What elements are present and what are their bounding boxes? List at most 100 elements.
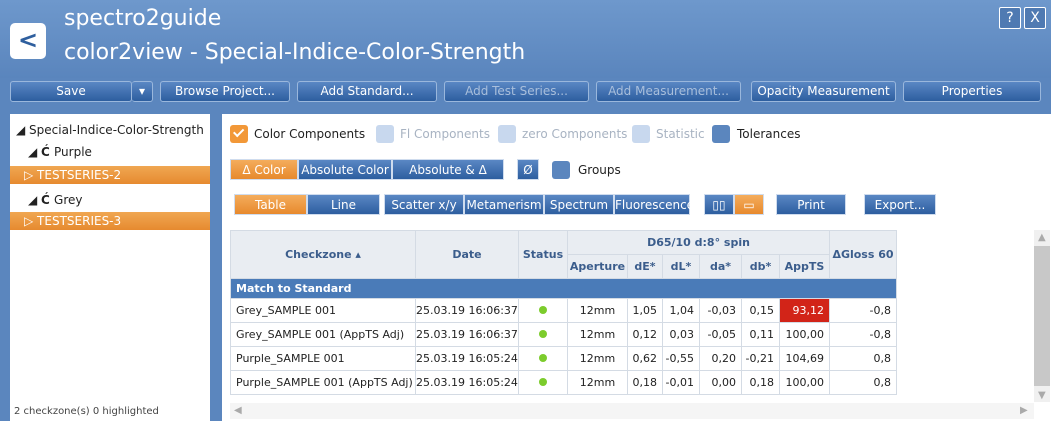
cell-checkzone: Purple_SAMPLE 001 bbox=[230, 346, 416, 371]
tab-scatter[interactable]: Scatter x/y bbox=[384, 194, 464, 215]
tolerances-label: Tolerances bbox=[737, 127, 801, 141]
properties-button[interactable]: Properties bbox=[903, 81, 1041, 102]
scroll-down-icon[interactable]: ▼ bbox=[1038, 390, 1046, 401]
print-button[interactable]: Print bbox=[776, 194, 846, 215]
tab-line[interactable]: Line bbox=[307, 194, 380, 215]
color-components-label: Color Components bbox=[254, 127, 366, 141]
tab-spectrum[interactable]: Spectrum bbox=[544, 194, 614, 215]
col-illuminant-group: D65/10 d:8° spin bbox=[567, 230, 830, 255]
cell-gloss: -0,8 bbox=[829, 322, 897, 347]
app-title: spectro2guide bbox=[64, 6, 222, 31]
table-row[interactable]: Purple_SAMPLE 001 25.03.19 16:05:24 12mm… bbox=[230, 346, 897, 371]
tree-item-purple[interactable]: ◢ Ć Purple bbox=[28, 145, 92, 159]
project-tree: ◢ Special-Indice-Color-Strength ◢ Ć Purp… bbox=[10, 114, 210, 421]
cell-da: 0,00 bbox=[699, 370, 742, 395]
col-db[interactable]: db* bbox=[741, 254, 780, 279]
cell-de: 0,18 bbox=[627, 370, 663, 395]
cell-aperture: 12mm bbox=[567, 346, 628, 371]
table-row[interactable]: Purple_SAMPLE 001 (AppTS Adj) 25.03.19 1… bbox=[230, 370, 897, 395]
tree-root[interactable]: ◢ Special-Indice-Color-Strength bbox=[16, 123, 204, 137]
add-standard-button[interactable]: Add Standard... bbox=[297, 81, 437, 102]
close-button[interactable]: X bbox=[1024, 7, 1046, 29]
cell-db: 0,18 bbox=[741, 370, 780, 395]
split-horizontal-icon[interactable]: ▭ bbox=[734, 194, 764, 215]
col-aperture[interactable]: Aperture bbox=[567, 254, 628, 279]
export-button[interactable]: Export... bbox=[864, 194, 936, 215]
cell-de: 0,62 bbox=[627, 346, 663, 371]
col-date[interactable]: Date bbox=[415, 230, 519, 279]
status-ok-icon bbox=[518, 322, 568, 347]
cell-db: -0,21 bbox=[741, 346, 780, 371]
cell-da: -0,05 bbox=[699, 322, 742, 347]
tree-item-testseries-2[interactable]: ▷ TESTSERIES-2 bbox=[10, 166, 210, 184]
cell-aperture: 12mm bbox=[567, 322, 628, 347]
col-appts[interactable]: AppTS bbox=[779, 254, 830, 279]
col-status[interactable]: Status bbox=[518, 230, 568, 279]
group-header[interactable]: Match to Standard bbox=[230, 278, 897, 299]
tab-metamerism[interactable]: Metamerism bbox=[464, 194, 544, 215]
tree-item-grey[interactable]: ◢ Ć Grey bbox=[28, 193, 82, 207]
cell-date: 25.03.19 16:06:37 bbox=[415, 298, 519, 323]
add-test-series-button: Add Test Series... bbox=[444, 81, 589, 102]
cell-appts: 93,12 bbox=[779, 298, 830, 323]
save-dropdown-icon[interactable]: ▾ bbox=[132, 81, 153, 102]
table-row[interactable]: Grey_SAMPLE 001 25.03.19 16:06:37 12mm 1… bbox=[230, 298, 897, 323]
scrollbar-thumb[interactable] bbox=[1034, 246, 1050, 386]
cell-db: 0,15 bbox=[741, 298, 780, 323]
split-vertical-icon[interactable]: ▯▯ bbox=[704, 194, 734, 215]
cell-date: 25.03.19 16:06:37 bbox=[415, 322, 519, 347]
cell-gloss: 0,8 bbox=[829, 346, 897, 371]
cell-checkzone: Grey_SAMPLE 001 (AppTS Adj) bbox=[230, 322, 416, 347]
browse-project-button[interactable]: Browse Project... bbox=[160, 81, 290, 102]
fl-components-label: Fl Components bbox=[400, 127, 490, 141]
check-icon bbox=[233, 125, 245, 138]
tree-item-testseries-3[interactable]: ▷ TESTSERIES-3 bbox=[10, 212, 210, 230]
help-button[interactable]: ? bbox=[999, 7, 1021, 29]
main-panel: Color Components Fl Components zero Comp… bbox=[222, 114, 1051, 421]
back-button[interactable]: < bbox=[10, 23, 46, 59]
save-button[interactable]: Save bbox=[10, 81, 132, 102]
cell-date: 25.03.19 16:05:24 bbox=[415, 346, 519, 371]
collapse-icon[interactable]: ◢ bbox=[28, 145, 41, 159]
cell-db: 0,11 bbox=[741, 322, 780, 347]
col-da[interactable]: da* bbox=[699, 254, 742, 279]
table-row[interactable]: Grey_SAMPLE 001 (AppTS Adj) 25.03.19 16:… bbox=[230, 322, 897, 347]
results-table: Checkzone ▴ Date Status D65/10 d:8° spin… bbox=[230, 230, 897, 395]
col-dl[interactable]: dL* bbox=[662, 254, 700, 279]
scroll-left-icon[interactable]: ◀ bbox=[234, 405, 242, 416]
cell-dl: -0,01 bbox=[662, 370, 700, 395]
zero-components-label: zero Components bbox=[522, 127, 628, 141]
tab-fluorescence[interactable]: Fluorescence bbox=[614, 194, 694, 215]
groups-checkbox[interactable] bbox=[552, 161, 570, 179]
col-checkzone[interactable]: Checkzone ▴ bbox=[230, 230, 416, 279]
collapse-icon[interactable]: ◢ bbox=[16, 123, 29, 137]
expand-icon[interactable]: ▷ bbox=[24, 214, 37, 228]
cell-de: 0,12 bbox=[627, 322, 663, 347]
expand-icon[interactable]: ▷ bbox=[24, 168, 37, 182]
status-ok-icon bbox=[518, 370, 568, 395]
cell-dl: 0,03 bbox=[662, 322, 700, 347]
collapse-icon[interactable]: ◢ bbox=[28, 193, 41, 207]
col-gloss[interactable]: ΔGloss 60 bbox=[829, 230, 897, 279]
title-bar: < spectro2guide color2view - Special-Ind… bbox=[0, 0, 1051, 78]
average-button[interactable]: Ø bbox=[517, 159, 539, 180]
cell-checkzone: Purple_SAMPLE 001 (AppTS Adj) bbox=[230, 370, 416, 395]
tolerances-checkbox[interactable] bbox=[712, 125, 730, 143]
cell-gloss: -0,8 bbox=[829, 298, 897, 323]
absolute-color-button[interactable]: Absolute Color bbox=[298, 159, 392, 180]
status-ok-icon bbox=[518, 298, 568, 323]
opacity-measurement-button[interactable]: Opacity Measurement bbox=[751, 81, 896, 102]
horizontal-scrollbar[interactable] bbox=[230, 403, 1034, 419]
tab-table[interactable]: Table bbox=[234, 194, 307, 215]
cell-checkzone: Grey_SAMPLE 001 bbox=[230, 298, 416, 323]
status-ok-icon bbox=[518, 346, 568, 371]
cell-appts: 100,00 bbox=[779, 370, 830, 395]
scroll-up-icon[interactable]: ▲ bbox=[1038, 232, 1046, 243]
absolute-delta-color-button[interactable]: Absolute & Δ Color bbox=[392, 159, 504, 198]
color-components-checkbox[interactable] bbox=[230, 125, 248, 143]
col-de[interactable]: dE* bbox=[627, 254, 663, 279]
cell-dl: -0,55 bbox=[662, 346, 700, 371]
status-text: 2 checkzone(s) 0 highlighted bbox=[14, 406, 159, 417]
delta-color-button[interactable]: Δ Color bbox=[230, 159, 298, 180]
scroll-right-icon[interactable]: ▶ bbox=[1020, 405, 1028, 416]
